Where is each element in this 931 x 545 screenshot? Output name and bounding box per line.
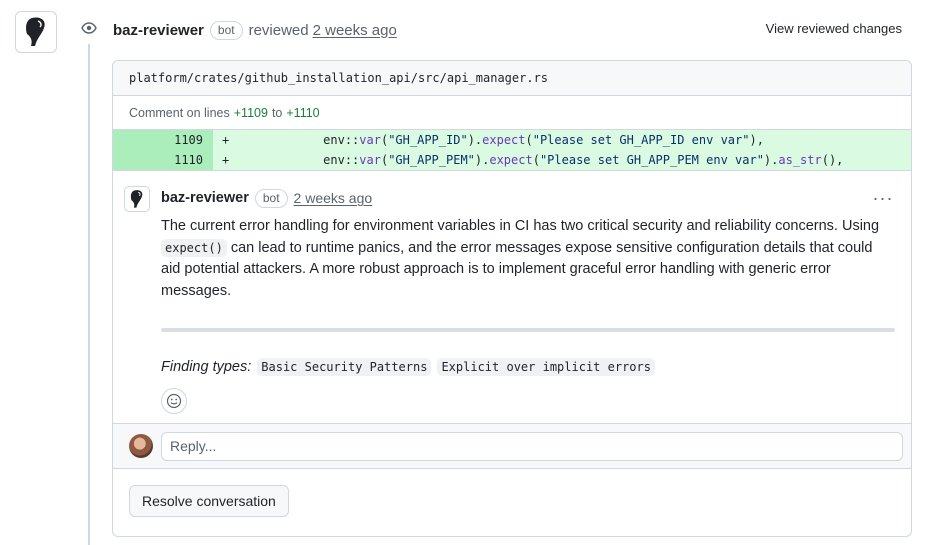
comment-on-lines: Comment on lines +1109 to +1110 bbox=[113, 96, 911, 130]
resolve-conversation-button[interactable]: Resolve conversation bbox=[129, 485, 289, 517]
baz-logo-icon[interactable] bbox=[15, 11, 57, 53]
comment-author[interactable]: baz-reviewer bbox=[161, 190, 249, 206]
baz-logo-icon[interactable] bbox=[124, 186, 150, 212]
code-token: env:: bbox=[323, 153, 360, 167]
reply-input[interactable] bbox=[161, 431, 903, 461]
diff-row: 1109 + env::var("GH_APP_ID").expect("Ple… bbox=[113, 130, 911, 150]
comment-on-prefix: Comment on lines bbox=[129, 105, 230, 120]
comment-text: The current error handling for environme… bbox=[161, 218, 880, 234]
finding-types: Finding types: Basic Security Patterns E… bbox=[161, 358, 895, 376]
resolve-area: Resolve conversation bbox=[113, 469, 911, 533]
comment-time-link[interactable]: 2 weeks ago bbox=[294, 190, 373, 206]
inline-code: expect() bbox=[161, 238, 227, 257]
bot-badge: bot bbox=[254, 188, 288, 208]
code-token: var bbox=[359, 133, 381, 147]
code-token: ), bbox=[749, 133, 764, 147]
diff-line-number[interactable]: 1109 bbox=[113, 130, 213, 150]
more-options-button[interactable]: ··· bbox=[871, 188, 895, 208]
comment-text: can lead to runtime panics, and the erro… bbox=[161, 239, 873, 299]
reply-row bbox=[113, 423, 911, 469]
timeline-line bbox=[88, 44, 90, 545]
divider bbox=[161, 328, 895, 332]
code-token: ). bbox=[474, 153, 490, 167]
review-action: reviewed bbox=[248, 21, 309, 39]
file-path[interactable]: platform/crates/github_installation_api/… bbox=[113, 61, 911, 96]
comment-header: baz-reviewer bot 2 weeks ago bbox=[161, 187, 895, 209]
user-avatar[interactable] bbox=[129, 434, 153, 458]
code-token: ( bbox=[532, 153, 540, 167]
code-token: "GH_APP_PEM" bbox=[388, 153, 475, 167]
code-token: (), bbox=[821, 153, 844, 167]
review-author[interactable]: baz-reviewer bbox=[113, 22, 204, 39]
bot-badge: bot bbox=[209, 20, 243, 40]
review-header: baz-reviewer bot reviewed 2 weeks ago bbox=[113, 20, 397, 40]
finding-tag: Explicit over implicit errors bbox=[437, 358, 655, 376]
start-line-link[interactable]: +1109 bbox=[234, 106, 268, 120]
code-token: "GH_APP_ID" bbox=[388, 133, 468, 147]
review-thread: platform/crates/github_installation_api/… bbox=[112, 60, 912, 537]
eye-icon bbox=[76, 15, 102, 41]
diff-row: 1110 + env::var("GH_APP_PEM").expect("Pl… bbox=[113, 150, 911, 170]
code-token: expect bbox=[489, 153, 533, 167]
code-token: "Please set GH_APP_PEM env var" bbox=[539, 153, 764, 167]
code-token: ). bbox=[467, 133, 483, 147]
to-word: to bbox=[271, 105, 283, 120]
diff-indent bbox=[229, 133, 323, 147]
code-token: "Please set GH_APP_ID env var" bbox=[532, 133, 750, 147]
code-token: expect bbox=[482, 133, 526, 147]
diff-code: + env::var("GH_APP_PEM").expect("Please … bbox=[213, 150, 911, 170]
diff-code: + env::var("GH_APP_ID").expect("Please s… bbox=[213, 130, 911, 150]
end-line-link[interactable]: +1110 bbox=[286, 106, 319, 120]
code-token: env:: bbox=[323, 133, 360, 147]
finding-tag: Basic Security Patterns bbox=[257, 358, 432, 376]
diff-indent bbox=[229, 153, 323, 167]
view-reviewed-changes-link[interactable]: View reviewed changes bbox=[766, 21, 902, 36]
code-token: var bbox=[359, 153, 381, 167]
review-comment: baz-reviewer bot 2 weeks ago ··· The cur… bbox=[113, 170, 911, 423]
code-token: ). bbox=[763, 153, 779, 167]
code-token: as_str bbox=[778, 153, 822, 167]
finding-types-label: Finding types: bbox=[161, 359, 252, 375]
diff-line-number[interactable]: 1110 bbox=[113, 150, 213, 170]
code-token: ( bbox=[525, 133, 533, 147]
smiley-icon[interactable] bbox=[161, 388, 187, 414]
comment-body: The current error handling for environme… bbox=[161, 216, 891, 302]
review-time-link[interactable]: 2 weeks ago bbox=[313, 22, 397, 39]
diff-table: 1109 + env::var("GH_APP_ID").expect("Ple… bbox=[113, 130, 911, 170]
